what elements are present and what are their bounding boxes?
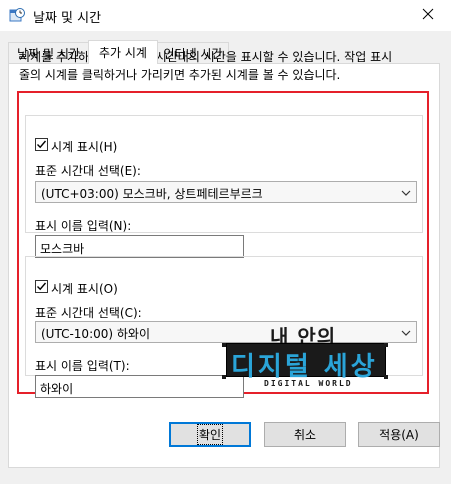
watermark-handle (384, 343, 388, 347)
tab-additional-clocks[interactable]: 추가 시계 (88, 40, 158, 64)
chevron-down-icon (400, 327, 412, 339)
close-button[interactable] (405, 0, 451, 31)
clock2-name-label: 표시 이름 입력(T): (35, 359, 130, 373)
watermark-handle (222, 375, 226, 379)
watermark-sub-text: DIGITAL WORLD (264, 379, 353, 388)
clock1-timezone-select[interactable]: (UTC+03:00) 모스크바, 상트페테르부르크 (35, 181, 417, 203)
cancel-button[interactable]: 취소 (264, 422, 346, 447)
clock1-show-label: 시계 표시(H) (51, 138, 121, 155)
clock2-name-input[interactable]: 하와이 (35, 375, 244, 398)
description-text: 시계를 추가하여 다른 표준 시간대의 시간을 표시할 수 있습니다. 작업 표… (19, 50, 393, 82)
clock1-show-checkbox[interactable] (35, 138, 48, 151)
watermark-logo: 내 안의 디지털 세상 DIGITAL WORLD (222, 321, 390, 389)
watermark-handle (384, 375, 388, 379)
clock1-name-input[interactable]: 모스크바 (35, 235, 244, 258)
window-title: 날짜 및 시간 (33, 11, 102, 26)
ok-button[interactable]: 확인 (169, 422, 251, 447)
clock-calendar-icon (9, 7, 25, 23)
watermark-handle (222, 343, 226, 347)
clock2-timezone-label: 표준 시간대 선택(C): (35, 306, 142, 320)
checkmark-icon (37, 282, 47, 291)
clock1-name-label: 표시 이름 입력(N): (35, 219, 132, 233)
close-icon (422, 8, 434, 23)
apply-button[interactable]: 적용(A) (358, 422, 440, 447)
chevron-down-icon (400, 187, 412, 199)
watermark-main-box: 디지털 세상 (226, 343, 386, 382)
watermark-main-text: 디지털 세상 (231, 352, 378, 382)
title-bar: 날짜 및 시간 (0, 0, 451, 31)
clock2-show-label: 시계 표시(O) (51, 280, 121, 297)
clock2-show-checkbox[interactable] (35, 280, 48, 293)
checkmark-icon (37, 140, 47, 149)
clock1-timezone-label: 표준 시간대 선택(E): (35, 164, 141, 178)
